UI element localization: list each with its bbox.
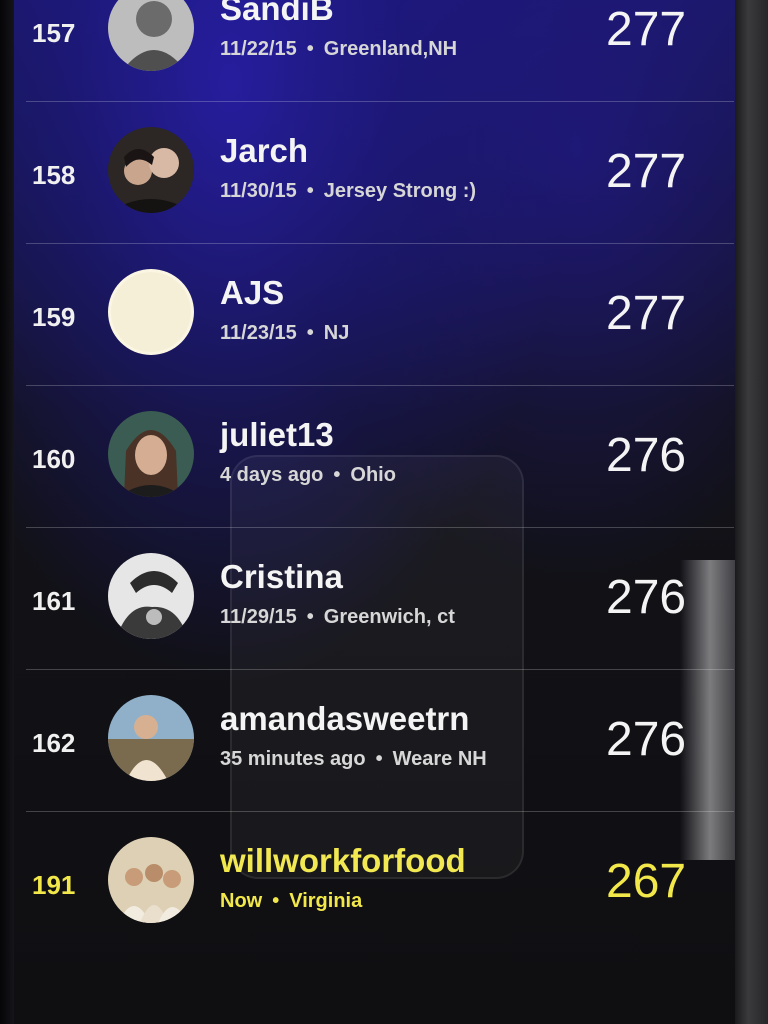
player-score: 277 <box>606 3 687 56</box>
separator-dot: • <box>306 322 314 344</box>
avatar-image <box>108 411 194 497</box>
player-score: 276 <box>606 429 687 482</box>
rank-number: 161 <box>32 586 76 616</box>
avatar[interactable] <box>108 127 194 213</box>
player-name: SandiB <box>220 0 334 27</box>
player-name: juliet13 <box>220 416 334 453</box>
player-meta: 11/30/15 • Jersey Strong :) <box>220 180 476 203</box>
separator-dot: • <box>306 180 314 202</box>
avatar-image <box>108 127 194 213</box>
avatar[interactable] <box>108 837 194 923</box>
avatar-image <box>108 0 194 71</box>
device-bezel-right <box>735 0 768 1024</box>
glass-glare <box>680 560 740 860</box>
avatar[interactable] <box>108 553 194 639</box>
player-date: 11/22/15 <box>220 38 297 60</box>
separator-dot: • <box>306 38 314 60</box>
player-score: 276 <box>606 571 687 624</box>
player-location: Jersey Strong :) <box>323 180 477 202</box>
leaderboard-screen: 157 SandiB 11/22/15 • Greenland,NH 277 158 <box>0 0 768 1024</box>
leaderboard-row[interactable]: 157 SandiB 11/22/15 • Greenland,NH 277 <box>26 0 734 102</box>
avatar[interactable] <box>108 0 194 71</box>
player-location: Greenland,NH <box>323 38 458 60</box>
player-name: AJS <box>220 274 285 311</box>
avatar-image <box>108 837 194 923</box>
avatar[interactable] <box>108 411 194 497</box>
avatar[interactable] <box>108 269 194 355</box>
player-date: 11/23/15 <box>220 322 297 344</box>
avatar-image <box>108 553 194 639</box>
player-score: 277 <box>606 287 687 340</box>
player-meta: Now • Virginia <box>220 890 362 913</box>
leaderboard-row[interactable]: 158 Jarch 11/30/15 • Jersey Strong :) 277 <box>26 102 734 244</box>
rank-number: 160 <box>32 444 76 474</box>
player-date: Now <box>220 890 263 912</box>
avatar-image <box>108 695 194 781</box>
rank-number: 158 <box>32 160 76 190</box>
avatar-image <box>108 269 194 355</box>
player-score: 277 <box>606 145 687 198</box>
device-bezel-left <box>0 0 14 1024</box>
separator-dot: • <box>272 890 280 912</box>
player-meta: 11/23/15 • NJ <box>220 322 349 345</box>
player-score: 276 <box>606 713 687 766</box>
rank-number: 162 <box>32 728 76 758</box>
player-date: 11/30/15 <box>220 180 297 202</box>
leaderboard-row[interactable]: 159 AJS 11/23/15 • NJ 277 <box>26 244 734 386</box>
rank-number: 157 <box>32 18 76 48</box>
player-location: NJ <box>323 322 350 344</box>
avatar[interactable] <box>108 695 194 781</box>
rank-number: 159 <box>32 302 76 332</box>
glass-reflection <box>230 455 524 879</box>
player-location: Virginia <box>289 890 363 912</box>
player-name: Jarch <box>220 132 309 169</box>
player-meta: 11/22/15 • Greenland,NH <box>220 38 457 61</box>
player-score: 267 <box>606 855 687 908</box>
rank-number: 191 <box>32 870 76 900</box>
